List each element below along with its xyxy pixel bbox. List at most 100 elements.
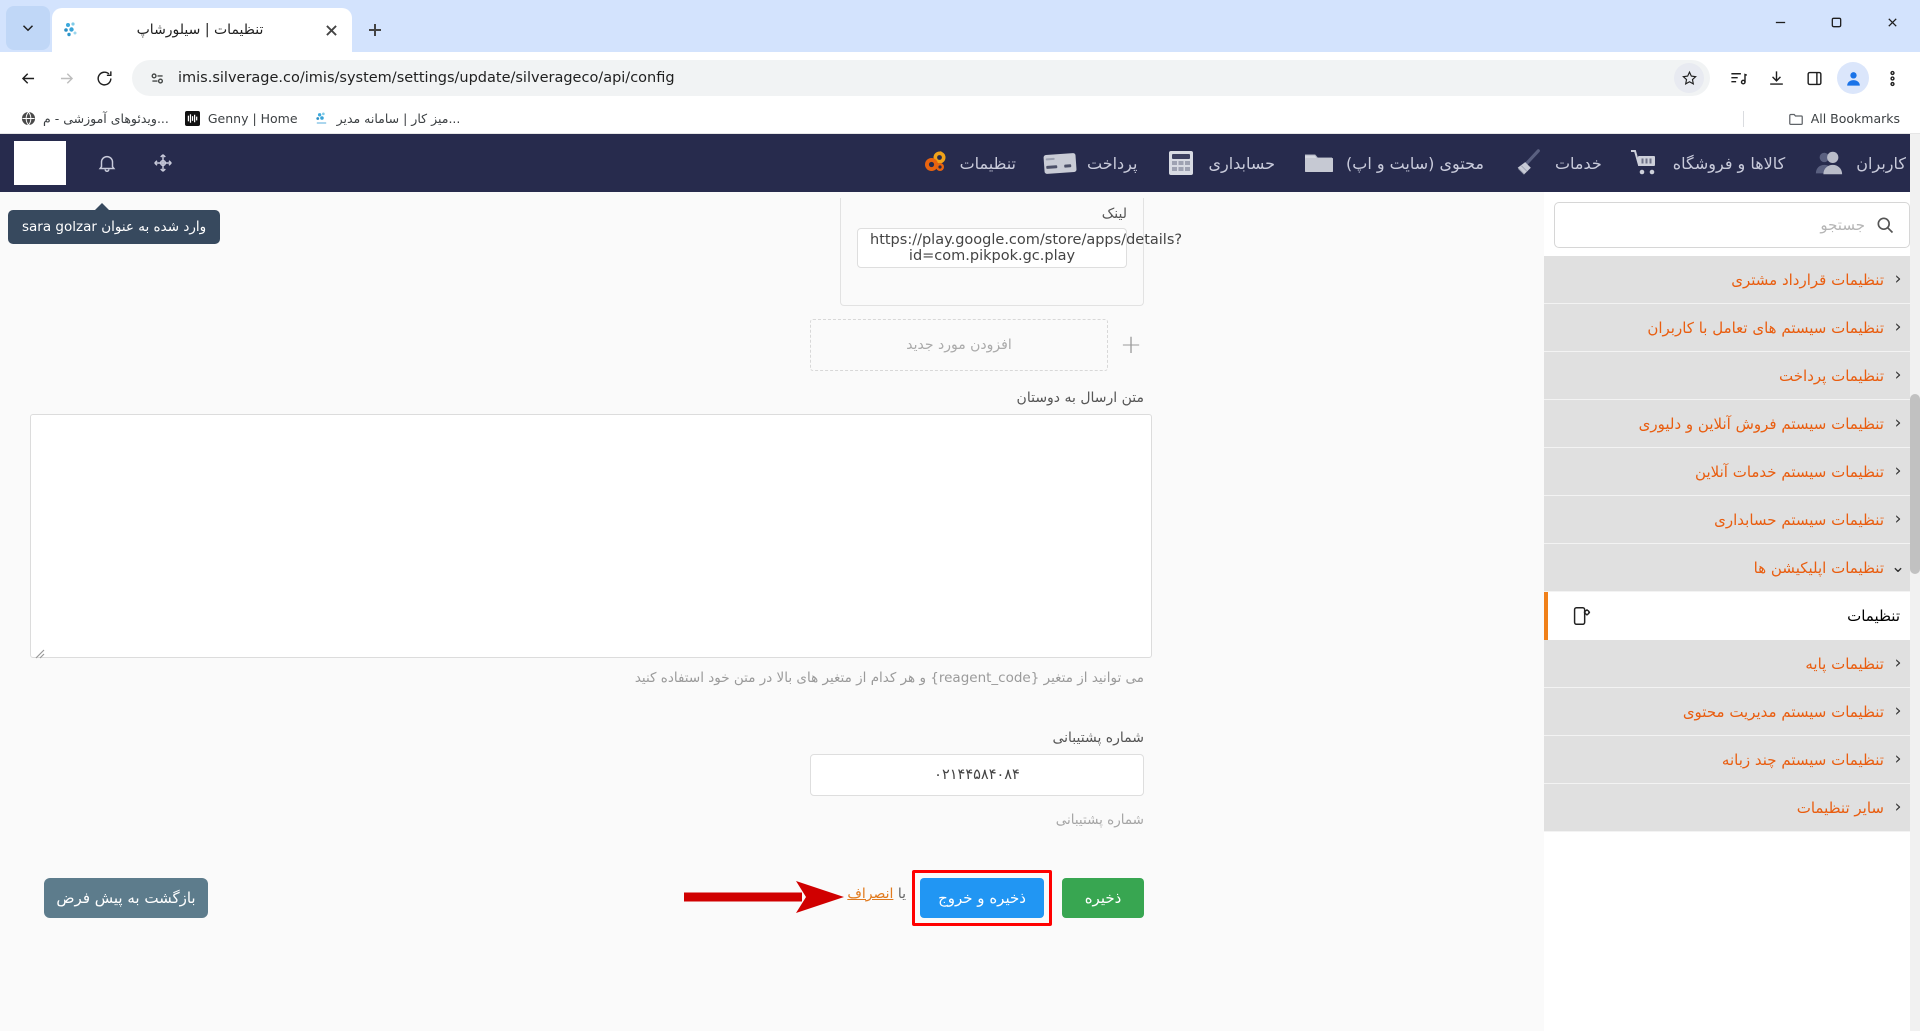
nav-item-settings[interactable]: تنظیمات [915, 147, 1016, 179]
chevron-left-icon: ‹ [1894, 797, 1902, 817]
chevron-left-icon: ‹ [1894, 269, 1902, 289]
cancel-link-wrap: یا انصراف [847, 886, 906, 902]
sidebar-item-settings-active[interactable]: تنظیمات [1544, 592, 1920, 640]
credit-card-icon [1042, 147, 1078, 179]
page-scrollbar-track[interactable] [1910, 134, 1920, 1031]
silverage-icon [314, 111, 330, 127]
sidebar-item-label: تنظیمات قرارداد مشتری [1731, 270, 1884, 289]
settings-form: لینک https://play.google.com/store/apps/… [0, 192, 1544, 1031]
search-box[interactable] [1554, 202, 1910, 248]
browser-tab[interactable]: تنظیمات | سیلورشاپ [52, 8, 352, 52]
bookmark-item-1[interactable]: Genny | Home [177, 108, 306, 130]
save-and-exit-button[interactable]: ذخیره و خروج [920, 878, 1044, 918]
sidebar-item-customer-contract[interactable]: ‹ تنظیمات قرارداد مشتری [1544, 256, 1920, 304]
back-icon[interactable] [10, 60, 46, 96]
nav-item-products-shop[interactable]: کالاها و فروشگاه [1628, 147, 1785, 179]
sidebar-item-payment[interactable]: ‹ تنظیمات پرداخت [1544, 352, 1920, 400]
add-new-row: + افزودن مورد جدید [810, 318, 1144, 372]
nav-item-content[interactable]: محتوی (سایت و اپ) [1301, 147, 1484, 179]
search-input[interactable] [1569, 216, 1865, 234]
plus-icon [369, 24, 381, 36]
reset-to-default-button[interactable]: بازگشت به پیش فرض [44, 878, 208, 918]
url-text: imis.silverage.co/imis/system/settings/u… [178, 70, 675, 86]
link-field-card: لینک https://play.google.com/store/apps/… [840, 198, 1183, 306]
address-bar[interactable]: imis.silverage.co/imis/system/settings/u… [132, 60, 1710, 96]
bookmark-separator [1743, 110, 1744, 127]
sidebar-item-multilingual[interactable]: ‹ تنظیمات سیستم چند زبانه [1544, 736, 1920, 784]
chevron-left-icon: ‹ [1894, 461, 1902, 481]
sidebar-item-user-interaction[interactable]: ‹ تنظیمات سیستم های تعامل با کاربران [1544, 304, 1920, 352]
sidebar-item-label: تنظیمات سیستم فروش آنلاین و دلیوری [1638, 414, 1884, 433]
nav-item-users[interactable]: کاربران [1811, 147, 1906, 179]
search-icon [1875, 215, 1895, 235]
link-input[interactable]: https://play.google.com/store/apps/detai… [857, 228, 1183, 268]
bookmark-item-2[interactable]: میز کار | سامانه مدیر... [306, 108, 469, 130]
sidebar-item-label: تنظیمات سیستم مدیریت محتوی [1682, 702, 1884, 721]
sidebar-item-online-services[interactable]: ‹ تنظیمات سیستم خدمات آنلاین [1544, 448, 1920, 496]
link-label: لینک [1101, 206, 1127, 222]
reading-list-icon[interactable] [1720, 60, 1756, 96]
downloads-icon[interactable] [1758, 60, 1794, 96]
chrome-menu-icon[interactable] [1874, 60, 1910, 96]
support-number-value: ۰۲۱۴۴۵۸۴۰۸۴ [934, 767, 1020, 783]
reload-icon[interactable] [86, 60, 122, 96]
sidebar-item-label: تنظیمات سیستم های تعامل با کاربران [1647, 318, 1884, 337]
link-value: https://play.google.com/store/apps/detai… [870, 232, 1183, 264]
sidebar-item-cms[interactable]: ‹ تنظیمات سیستم مدیریت محتوی [1544, 688, 1920, 736]
profile-icon[interactable] [1837, 62, 1869, 94]
tab-search-button[interactable] [6, 6, 50, 50]
bookmark-label: میز کار | سامانه مدیر... [336, 111, 461, 126]
bookmark-item-0[interactable]: ویدئوهای آموزشی - م... [12, 108, 177, 130]
page-scrollbar-thumb[interactable] [1910, 394, 1920, 574]
sidebar-item-label: تنظیمات پرداخت [1779, 366, 1884, 385]
sidebar-item-label: تنظیمات سیستم خدمات آنلاین [1695, 462, 1884, 481]
minimize-button[interactable] [1752, 0, 1808, 44]
move-icon[interactable] [148, 148, 178, 178]
mobile-settings-icon [1570, 605, 1592, 627]
share-text-textarea[interactable] [30, 414, 1152, 659]
sidebar-item-accounting[interactable]: ‹ تنظیمات سیستم حسابداری [1544, 496, 1920, 544]
new-tab-button[interactable] [358, 13, 392, 47]
forward-icon[interactable] [48, 60, 84, 96]
resize-handle-icon[interactable] [35, 644, 45, 659]
sidebar-item-applications[interactable]: ⌄ تنظیمات اپلیکیشن ها [1544, 544, 1920, 592]
chevron-left-icon: ‹ [1894, 317, 1902, 337]
save-button[interactable]: ذخیره [1062, 878, 1144, 918]
chevron-left-icon: ‹ [1894, 509, 1902, 529]
site-info-icon[interactable] [146, 67, 168, 89]
variables-hint: می توانید از متغیر {reagent_code} و هر ک… [634, 670, 1144, 686]
sidebar-item-other-settings[interactable]: ‹ سایر تنظیمات [1544, 784, 1920, 832]
side-panel-icon[interactable] [1796, 60, 1832, 96]
sidebar-item-online-sales-delivery[interactable]: ‹ تنظیمات سیستم فروش آنلاین و دلیوری [1544, 400, 1920, 448]
nav-item-label: کاربران [1856, 153, 1906, 173]
all-bookmarks-button[interactable]: All Bookmarks [1780, 108, 1908, 130]
brand-logo[interactable] [14, 141, 66, 185]
web-app: کاربران کالاها و فروشگاه خدمات محتوی (سا… [0, 134, 1920, 1031]
sidebar-list: ‹ تنظیمات قرارداد مشتری ‹ تنظیمات سیستم … [1544, 256, 1920, 832]
nav-item-label: پرداخت [1086, 153, 1138, 173]
chevron-left-icon: ‹ [1894, 653, 1902, 673]
nav-item-accounting[interactable]: حسابداری [1163, 147, 1275, 179]
add-plus-icon[interactable]: + [1118, 332, 1144, 358]
bell-icon[interactable] [92, 148, 122, 178]
maximize-button[interactable] [1808, 0, 1864, 44]
close-icon[interactable] [320, 19, 342, 41]
arrow-annotation-icon [684, 880, 844, 914]
cancel-link[interactable]: انصراف [847, 886, 893, 902]
chevron-down-icon [22, 25, 34, 32]
tab-strip: تنظیمات | سیلورشاپ [0, 0, 1920, 52]
bookmark-star-icon[interactable] [1674, 63, 1704, 93]
support-number-label: شماره پشتیبانی [1052, 730, 1144, 746]
sidebar-item-base-settings[interactable]: ‹ تنظیمات پایه [1544, 640, 1920, 688]
add-new-item-button[interactable]: افزودن مورد جدید [810, 319, 1108, 371]
support-number-input[interactable]: ۰۲۱۴۴۵۸۴۰۸۴ [810, 754, 1144, 796]
bookmark-label: Genny | Home [207, 111, 298, 126]
sidebar-item-label: تنظیمات سیستم حسابداری [1714, 510, 1884, 529]
broom-icon [1510, 147, 1546, 179]
chevron-left-icon: ‹ [1894, 413, 1902, 433]
nav-item-services[interactable]: خدمات [1510, 147, 1602, 179]
nav-item-payment[interactable]: پرداخت [1042, 147, 1137, 179]
login-tooltip: وارد شده به عنوان sara golzar [8, 203, 221, 244]
app-nav-left [14, 141, 178, 185]
close-button[interactable] [1864, 0, 1920, 44]
